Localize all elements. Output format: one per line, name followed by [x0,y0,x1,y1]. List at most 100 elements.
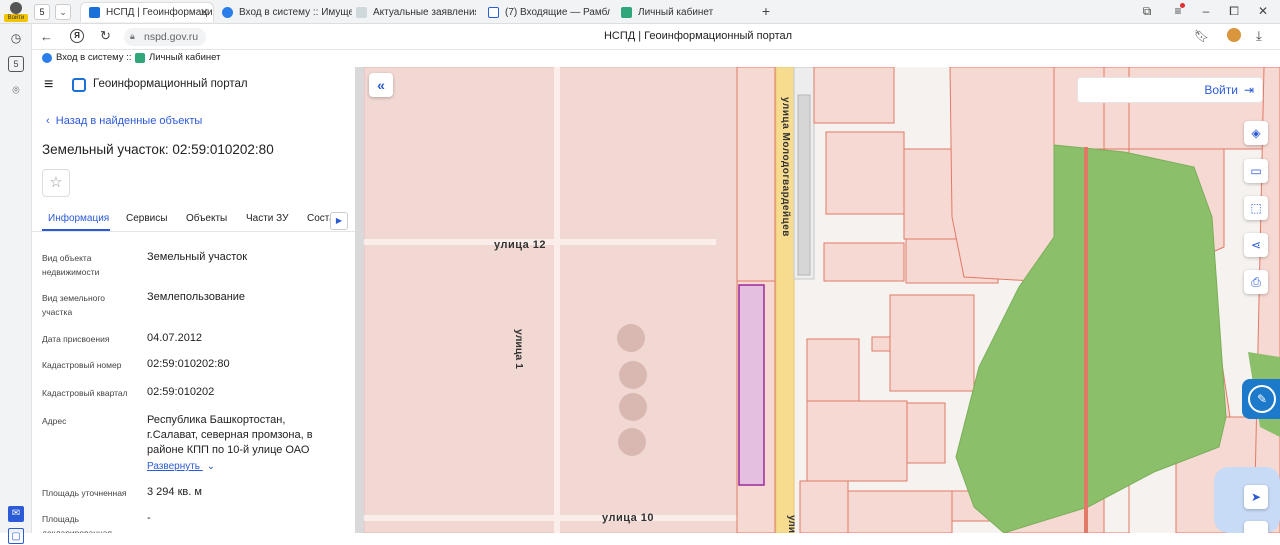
login-icon: ⇥ [1243,83,1254,97]
field-label: Вид объекта недвижимости [42,253,100,277]
screenshot-icon[interactable]: ⌾ [8,82,24,98]
history-icon[interactable]: ◷ [8,30,24,46]
tab-label: Актуальные заявления [373,6,476,18]
tab-counter[interactable]: 5 [34,4,50,20]
help-chat-button[interactable]: ✎ [1242,379,1280,419]
field-label: Кадастровый квартал [42,388,128,398]
collections-5-icon[interactable]: 5 [8,56,24,72]
login-button[interactable]: Войти ⇥ [1204,83,1254,97]
field-value: 04.07.2012 [147,332,203,344]
collections-icon[interactable]: ⧉ [1139,4,1155,19]
map-circle [617,324,645,352]
panel-scrollbar[interactable] [355,67,364,533]
tab-label: (7) Входящие — Рамблер [505,6,610,18]
selected-parcel[interactable] [738,284,765,486]
gray-structure [797,94,811,276]
globe-icon [42,52,52,63]
extension-icon[interactable] [1227,28,1241,42]
street-label-molodogvardeytsev: улица Молодогвардейцев [780,97,791,237]
share-icon[interactable]: ⋖ [1244,233,1268,257]
tab-info[interactable]: Информация [48,213,109,224]
field-label: Адрес [42,416,67,426]
street-1 [554,67,560,533]
bookmarks-bar: Вход в систему :: Личный кабинет [32,50,1280,67]
map-view[interactable]: улица 12 улица 1 улица 10 улица Молодогв… [364,67,1280,533]
map-tool-partial-icon[interactable] [1244,521,1268,533]
menu-notification-icon[interactable]: ≡ [1170,3,1186,18]
page-title: НСПД | Геоинформационный портал [603,30,793,42]
tab-applications[interactable]: Актуальные заявления [356,2,476,22]
browser-tab-bar: Войти 5 ⌄ НСПД | Геоинформацио ✕ Вход в … [0,0,1280,24]
tab-cabinet[interactable]: Личный кабинет [621,2,741,22]
object-info-panel: ≡ Геоинформационный портал ‹ Назад в най… [32,67,355,533]
street-label-1: улица 1 [513,329,525,370]
hamburger-menu-icon[interactable]: ≡ [44,77,53,93]
map-circle [619,361,647,389]
messenger-icon[interactable]: ▢ [8,528,24,544]
restore-icon[interactable]: ⧠ [1226,4,1242,19]
close-window-icon[interactable]: ✕ [1255,4,1271,18]
layers-icon[interactable]: ◈ [1244,121,1268,145]
map-circle [618,428,646,456]
ruler-icon[interactable]: ▭ [1244,159,1268,183]
tab-list-chevron-icon[interactable]: ⌄ [55,4,71,20]
tab-parts[interactable]: Части ЗУ [246,213,288,224]
chevron-down-icon: ⌄ [206,461,216,472]
mail-favicon-icon [488,6,499,18]
map-canvas[interactable] [364,67,1280,533]
page-favicon-icon [356,6,367,18]
minimize-icon[interactable]: – [1198,4,1214,18]
field-value: - [147,512,151,524]
tabs-scroll-right-icon[interactable]: ▶ [330,212,348,230]
back-link-label: Назад в найденные объекты [55,115,203,127]
select-area-icon[interactable]: ⬚ [1244,196,1268,220]
tab-objects[interactable]: Объекты [186,213,227,224]
bookmark-login[interactable]: Вход в систему :: [42,52,131,63]
address-bar: ← Я ↻ 🔒︎ nspd.gov.ru НСПД | Геоинформаци… [32,24,1280,50]
portal-logo-icon [72,78,86,92]
expand-label: Развернуть [147,461,201,472]
profile-avatar-icon [10,2,22,14]
tab-login[interactable]: Вход в систему :: Имущес [222,2,352,22]
field-value: Земельный участок [147,251,248,263]
bookmark-icon[interactable]: 🔖︎ [1194,29,1209,43]
field-value: 3 294 кв. м [147,486,202,498]
geolocation-icon[interactable]: ➤ [1244,485,1268,509]
close-tab-icon[interactable]: ✕ [200,6,209,19]
field-value: 02:59:010202:80 [147,358,230,370]
tabs-divider [32,231,355,232]
field-label: Вид земельного участка [42,293,106,317]
street-label-10: улица 10 [602,512,655,524]
field-label: Площадь уточненная [42,488,127,498]
cabinet-icon [135,52,145,63]
bookmark-label: Личный кабинет [149,52,221,63]
portal-name: Геоинформационный портал [93,78,248,90]
field-label: Кадастровый номер [42,360,122,370]
tab-label: Вход в систему :: Имущес [239,6,352,18]
tab-label: НСПД | Геоинформацио [106,7,214,18]
back-to-results-link[interactable]: ‹ Назад в найденные объекты [46,115,202,127]
globe-favicon-icon [222,6,233,18]
download-icon[interactable]: ⤓ [1256,28,1262,44]
new-tab-button[interactable]: + [758,3,774,19]
mail-icon[interactable]: ✉ [8,506,24,522]
print-icon[interactable]: ⎙ [1244,270,1268,294]
login-label: Войти [1204,83,1238,97]
tab-label: Личный кабинет [638,6,714,18]
bookmark-cabinet[interactable]: Личный кабинет [135,52,220,63]
field-value: 02:59:010202 [147,386,215,398]
parcel-boundary-line [1084,147,1088,533]
street-label-partial: ули [786,515,797,533]
chevron-left-icon: ‹ [46,115,50,127]
collapse-panel-icon[interactable]: « [369,73,393,97]
profile-button[interactable]: Войти [4,2,28,22]
tab-rambler[interactable]: (7) Входящие — Рамблер [488,2,610,22]
cabinet-favicon-icon [621,6,632,18]
login-bar: Войти ⇥ [1077,77,1263,103]
favorite-star-icon[interactable]: ☆ [42,169,70,197]
tab-services[interactable]: Сервисы [126,213,167,224]
expand-link[interactable]: Развернуть ⌄ [147,461,215,472]
street-10 [364,515,737,521]
address-value: Республика Башкортостан, г.Салават, севе… [147,414,313,456]
tab-nspd[interactable]: НСПД | Геоинформацио ✕ [80,2,214,22]
